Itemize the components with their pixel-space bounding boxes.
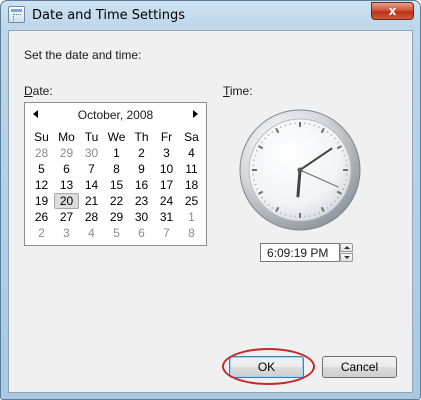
weekday-header: Th: [134, 130, 149, 144]
dialog-client-area: Set the date and time: Date: Time: Octob…: [8, 30, 413, 393]
calendar-day[interactable]: 12: [29, 177, 54, 193]
calendar-day[interactable]: 10: [154, 161, 179, 177]
calendar-day[interactable]: 23: [129, 193, 154, 209]
calendar-day-adjacent-month[interactable]: 4: [79, 225, 104, 241]
time-label-text: ime:: [229, 84, 253, 98]
close-icon: x: [388, 4, 397, 18]
calendar-day[interactable]: 22: [104, 193, 129, 209]
analog-clock: [239, 109, 361, 231]
calendar-day[interactable]: 30: [129, 209, 154, 225]
date-time-settings-window: Date and Time Settings x Set the date an…: [0, 0, 421, 400]
calendar-day[interactable]: 16: [129, 177, 154, 193]
clock-minute-tick: [313, 124, 316, 127]
weekday-header: Su: [34, 130, 49, 144]
clock-minute-tick: [254, 154, 257, 157]
cancel-button[interactable]: Cancel: [322, 356, 397, 378]
analog-clock-face: [239, 109, 361, 231]
clock-minute-tick: [254, 183, 257, 186]
calendar-day[interactable]: 24: [154, 193, 179, 209]
clock-minute-tick: [284, 213, 287, 216]
clock-minute-tick: [343, 154, 346, 157]
weekday-header: Sa: [184, 130, 199, 144]
calendar-day[interactable]: 4: [179, 145, 204, 161]
calendar-day[interactable]: 28: [79, 209, 104, 225]
clock-minute-tick: [284, 124, 287, 127]
calendar-day[interactable]: 26: [29, 209, 54, 225]
calendar-day[interactable]: 15: [104, 177, 129, 193]
date-label-text: ate:: [32, 84, 53, 98]
weekday-header: We: [107, 130, 126, 144]
instruction-text: Set the date and time:: [24, 48, 142, 62]
calendar-day[interactable]: 31: [154, 209, 179, 225]
time-spinner[interactable]: [340, 243, 353, 262]
calendar-day-grid: Su Mo Tu We Th Fr Sa 28 29 30 1 2 3 4 5 6 7 8 9 10 11 12 13 14 1…: [29, 129, 204, 241]
time-label: Time:: [223, 84, 253, 98]
clock-minute-tick: [313, 213, 316, 216]
calendar-day[interactable]: 27: [54, 209, 79, 225]
calendar-day[interactable]: 2: [129, 145, 154, 161]
weekday-header: Fr: [160, 130, 173, 144]
clock-minute-tick: [343, 183, 346, 186]
calendar-day[interactable]: 3: [154, 145, 179, 161]
calendar-day[interactable]: 21: [79, 193, 104, 209]
time-label-accesskey: T: [223, 84, 230, 98]
calendar-day[interactable]: 17: [154, 177, 179, 193]
calendar-month-year[interactable]: October, 2008: [25, 108, 206, 122]
calendar-day[interactable]: 5: [29, 161, 54, 177]
close-button[interactable]: x: [371, 2, 414, 20]
calendar-day-adjacent-month[interactable]: 7: [154, 225, 179, 241]
time-input-value[interactable]: 6:09:19 PM: [267, 246, 328, 260]
next-month-arrow-icon[interactable]: [188, 107, 202, 121]
calendar-day-adjacent-month[interactable]: 8: [179, 225, 204, 241]
date-label-accesskey: D: [24, 84, 33, 98]
calendar-day-adjacent-month[interactable]: 29: [54, 145, 79, 161]
spin-up-arrow-icon[interactable]: [340, 243, 353, 252]
calendar-day-adjacent-month[interactable]: 5: [104, 225, 129, 241]
calendar-day-adjacent-month[interactable]: 30: [79, 145, 104, 161]
calendar-header: October, 2008: [25, 103, 206, 125]
clock-center-pin: [297, 167, 303, 173]
time-input[interactable]: 6:09:19 PM: [260, 243, 340, 262]
calendar-day[interactable]: 29: [104, 209, 129, 225]
calendar-day-adjacent-month[interactable]: 3: [54, 225, 79, 241]
month-calendar[interactable]: October, 2008 Su Mo Tu We Th Fr Sa 28 29 30 1 2 3 4 5 6…: [24, 102, 207, 246]
date-label: Date:: [24, 84, 53, 98]
calendar-day[interactable]: 20: [54, 193, 79, 209]
ok-button[interactable]: OK: [229, 356, 304, 378]
calendar-day[interactable]: 6: [54, 161, 79, 177]
weekday-header: Mo: [58, 130, 75, 144]
clock-hour-hand: [296, 168, 302, 198]
spin-down-arrow-icon[interactable]: [340, 253, 353, 262]
calendar-day[interactable]: 7: [79, 161, 104, 177]
calendar-day[interactable]: 9: [129, 161, 154, 177]
calendar-day[interactable]: 11: [179, 161, 204, 177]
title-bar[interactable]: Date and Time Settings x: [1, 1, 420, 29]
calendar-day-adjacent-month[interactable]: 1: [179, 209, 204, 225]
weekday-header: Tu: [84, 130, 99, 144]
calendar-clock-icon: [8, 6, 25, 23]
calendar-day[interactable]: 13: [54, 177, 79, 193]
calendar-day-adjacent-month[interactable]: 2: [29, 225, 54, 241]
calendar-day-adjacent-month[interactable]: 28: [29, 145, 54, 161]
calendar-day-adjacent-month[interactable]: 6: [129, 225, 154, 241]
calendar-day[interactable]: 25: [179, 193, 204, 209]
calendar-day[interactable]: 14: [79, 177, 104, 193]
calendar-day[interactable]: 1: [104, 145, 129, 161]
calendar-day[interactable]: 19: [29, 193, 54, 209]
window-title: Date and Time Settings: [32, 8, 186, 23]
calendar-day[interactable]: 8: [104, 161, 129, 177]
calendar-day[interactable]: 18: [179, 177, 204, 193]
